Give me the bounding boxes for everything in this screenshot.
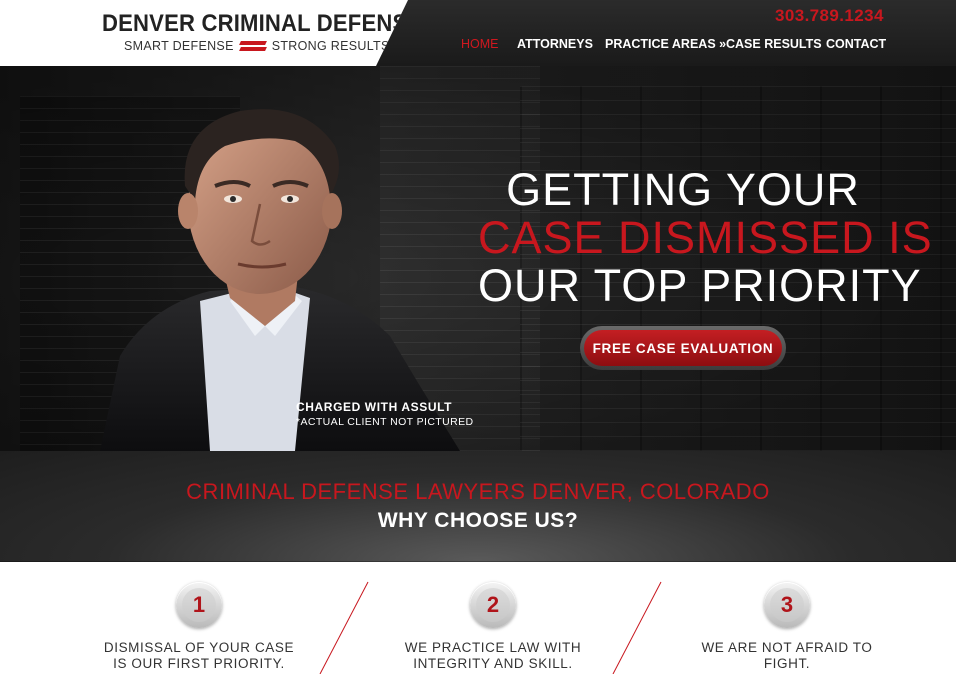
- feature-text: WE PRACTICE LAW WITH INTEGRITY AND SKILL…: [373, 640, 613, 672]
- slash-divider: [612, 581, 662, 674]
- site-header: DENVER CRIMINAL DEFENSE SMART DEFENSE ST…: [0, 0, 956, 66]
- hero-section: GETTING YOUR CASE DISMISSED IS OUR TOP P…: [0, 66, 956, 451]
- cta-frame: FREE CASE EVALUATION: [580, 326, 786, 370]
- logo-tagline: SMART DEFENSE STRONG RESULTS: [124, 39, 390, 53]
- nav-attorneys[interactable]: ATTORNEYS: [517, 37, 593, 51]
- nav-home[interactable]: HOME: [461, 37, 499, 51]
- feature-text: DISMISSAL OF YOUR CASE IS OUR FIRST PRIO…: [79, 640, 319, 672]
- nav-contact[interactable]: CONTACT: [826, 37, 886, 51]
- slash-divider: [319, 581, 369, 674]
- number-badge-icon: 1: [176, 582, 222, 628]
- logo-title: DENVER CRIMINAL DEFENSE: [102, 10, 423, 37]
- feature-text-line: DISMISSAL OF YOUR CASE: [103, 640, 295, 655]
- feature-number: 1: [182, 588, 216, 622]
- feature-text-line: IS OUR FIRST PRIORITY.: [113, 656, 285, 671]
- banner-title: WHY CHOOSE US?: [377, 509, 579, 532]
- nav-case-results[interactable]: CASE RESULTS: [726, 37, 822, 51]
- logo-tagline-right: STRONG RESULTS: [271, 39, 390, 53]
- caption-charge: CHARGED WITH ASSULT: [296, 400, 453, 414]
- feature-number: 2: [476, 588, 510, 622]
- feature-item-2: 2 WE PRACTICE LAW WITH INTEGRITY AND SKI…: [373, 582, 613, 672]
- why-choose-banner: CRIMINAL DEFENSE LAWYERS DENVER, COLORAD…: [0, 451, 956, 565]
- free-case-evaluation-button[interactable]: FREE CASE EVALUATION: [584, 330, 782, 366]
- hero-headline: GETTING YOUR CASE DISMISSED IS OUR TOP P…: [478, 164, 933, 311]
- photo-caption: CHARGED WITH ASSULT *ACTUAL CLIENT NOT P…: [296, 400, 473, 428]
- caption-disclaimer: *ACTUAL CLIENT NOT PICTURED: [296, 416, 474, 428]
- headline-line-3: OUR TOP PRIORITY: [478, 260, 922, 311]
- feature-item-1: 1 DISMISSAL OF YOUR CASE IS OUR FIRST PR…: [79, 582, 319, 672]
- banner-subtitle: CRIMINAL DEFENSE LAWYERS DENVER, COLORAD…: [186, 479, 770, 504]
- number-badge-icon: 2: [470, 582, 516, 628]
- man-portrait-image: [100, 109, 460, 451]
- headline-line-2: CASE DISMISSED IS: [478, 212, 933, 263]
- logo[interactable]: DENVER CRIMINAL DEFENSE SMART DEFENSE ST…: [0, 0, 408, 66]
- feature-number: 3: [770, 588, 804, 622]
- feature-text-line: WE PRACTICE LAW WITH: [404, 640, 582, 655]
- feature-text: WE ARE NOT AFRAID TO FIGHT.: [667, 640, 907, 672]
- number-badge-icon: 3: [764, 582, 810, 628]
- logo-tagline-left: SMART DEFENSE: [124, 39, 234, 53]
- red-stripes-icon: [238, 41, 267, 51]
- nav-practice-areas[interactable]: PRACTICE AREAS »: [605, 37, 726, 51]
- phone-number[interactable]: 303.789.1234: [775, 6, 884, 26]
- headline-line-1: GETTING YOUR: [506, 164, 860, 215]
- features-section: 1 DISMISSAL OF YOUR CASE IS OUR FIRST PR…: [0, 562, 956, 674]
- feature-text-line: FIGHT.: [763, 656, 811, 671]
- feature-item-3: 3 WE ARE NOT AFRAID TO FIGHT.: [667, 582, 907, 672]
- feature-text-line: INTEGRITY AND SKILL.: [413, 656, 573, 671]
- feature-text-line: WE ARE NOT AFRAID TO: [701, 640, 873, 655]
